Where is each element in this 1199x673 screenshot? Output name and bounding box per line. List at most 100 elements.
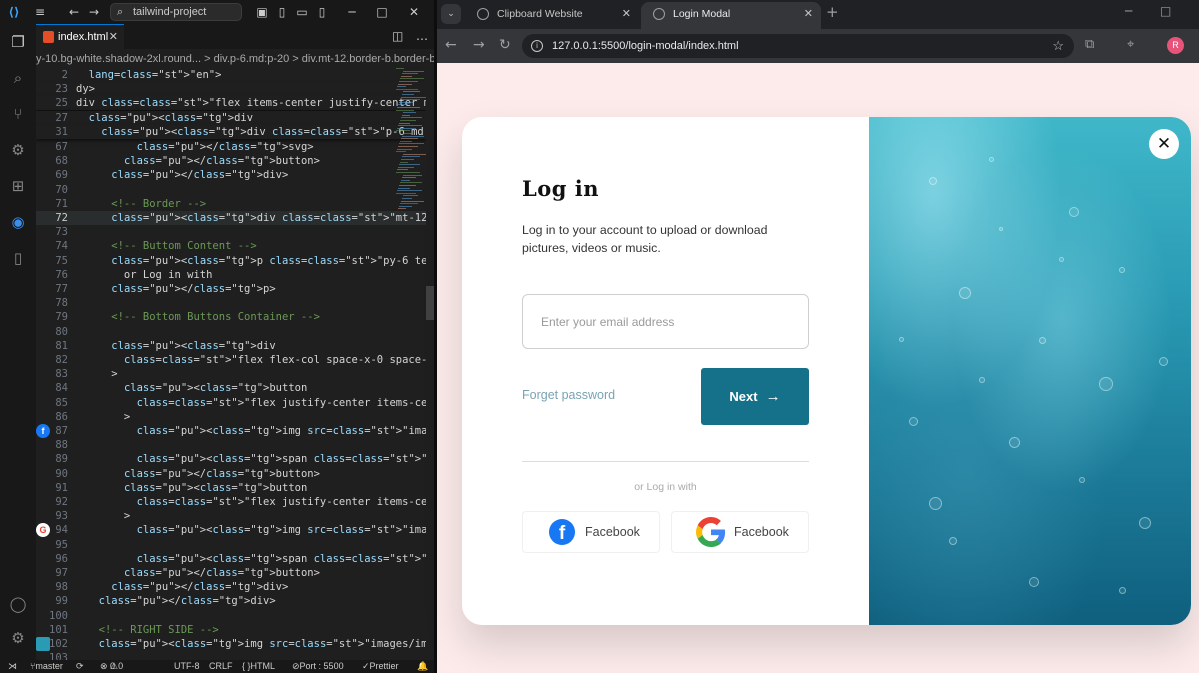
search-icon[interactable]: ⌕ bbox=[8, 68, 28, 88]
code-line[interactable]: 92 class=class="st">"flex justify-center… bbox=[36, 495, 426, 509]
code-line[interactable]: 81 class="pu"><class="tg">div bbox=[36, 339, 426, 353]
maximize-icon[interactable]: □ bbox=[374, 4, 390, 20]
minimize-icon[interactable]: ─ bbox=[1125, 4, 1132, 18]
more-actions-icon[interactable]: … bbox=[416, 29, 428, 43]
close-window-icon[interactable]: ✕ bbox=[406, 4, 422, 20]
code-line[interactable]: 85 class=class="st">"flex justify-center… bbox=[36, 396, 426, 410]
sync-icon[interactable]: ⟳ bbox=[76, 660, 84, 673]
prettier-status[interactable]: ✓ Prettier bbox=[362, 660, 399, 673]
code-line[interactable]: 86 > bbox=[36, 410, 426, 424]
tab-login-modal[interactable]: Login Modal ✕ bbox=[641, 2, 821, 29]
close-tab-icon[interactable]: ✕ bbox=[622, 2, 631, 27]
branch-status[interactable]: ⑂ master bbox=[30, 660, 63, 673]
layout-icon[interactable]: ▣ bbox=[254, 4, 270, 20]
tab-index-html[interactable]: index.html ✕ bbox=[36, 24, 124, 49]
code-line[interactable]: 94 class="pu"><class="tg">img src=class=… bbox=[36, 523, 426, 538]
code-line[interactable]: 69 class="pu"></class="tg">div> bbox=[36, 168, 426, 182]
language-status[interactable]: { } HTML bbox=[242, 660, 275, 673]
edge-icon[interactable]: ◉ bbox=[8, 212, 28, 232]
sticky-scroll-line[interactable]: 27 class="pu"><class="tg">div bbox=[36, 110, 426, 125]
code-line[interactable]: 83 > bbox=[36, 367, 426, 381]
forget-password-link[interactable]: Forget password bbox=[522, 388, 615, 402]
maximize-icon[interactable]: □ bbox=[1160, 4, 1171, 18]
code-line[interactable]: 91 class="pu"><class="tg">button bbox=[36, 481, 426, 495]
command-center-search[interactable]: ⌕ tailwind-project bbox=[110, 3, 242, 21]
back-arrow-icon[interactable]: ← bbox=[445, 37, 457, 53]
close-tab-icon[interactable]: ✕ bbox=[109, 25, 118, 49]
reload-icon[interactable]: ↻ bbox=[499, 37, 511, 53]
sticky-scroll-line[interactable]: 2 lang=class="st">"en"> bbox=[36, 68, 426, 82]
code-line[interactable]: 90 class="pu"></class="tg">button> bbox=[36, 467, 426, 481]
remote-icon[interactable]: ⋊ bbox=[8, 660, 17, 673]
bookmark-star-icon[interactable]: ☆ bbox=[1052, 34, 1064, 58]
live-server-status[interactable]: ⊘ Port : 5500 bbox=[292, 660, 344, 673]
code-line[interactable]: 97 class="pu"></class="tg">button> bbox=[36, 566, 426, 580]
tab-clipboard-website[interactable]: Clipboard Website ✕ bbox=[465, 2, 639, 29]
toggle-secondary-sidebar-icon[interactable]: ▯ bbox=[314, 4, 330, 20]
code-line[interactable]: 73 bbox=[36, 225, 426, 239]
profile-avatar[interactable]: R bbox=[1167, 37, 1184, 54]
forward-arrow-icon[interactable]: → bbox=[86, 4, 102, 20]
code-line[interactable]: 103 bbox=[36, 651, 426, 660]
editor-scrollbar[interactable] bbox=[426, 286, 434, 320]
toggle-sidebar-icon[interactable]: ▯ bbox=[274, 4, 290, 20]
code-line[interactable]: 93 > bbox=[36, 509, 426, 523]
menu-icon[interactable]: ≡ bbox=[32, 4, 48, 20]
tab-search-chevron-icon[interactable]: ⌄ bbox=[441, 4, 461, 24]
code-line[interactable]: 80 bbox=[36, 325, 426, 339]
code-line[interactable]: 71 <!-- Border --> bbox=[36, 197, 426, 211]
code-line[interactable]: 82 class=class="st">"flex flex-col space… bbox=[36, 353, 426, 367]
back-arrow-icon[interactable]: ← bbox=[66, 4, 82, 20]
manage-gear-icon[interactable]: ⚙ bbox=[8, 628, 28, 648]
code-line[interactable]: 102 class="pu"><class="tg">img src=class… bbox=[36, 637, 426, 651]
remote-device-icon[interactable]: ▯ bbox=[8, 248, 28, 268]
code-line[interactable]: 76 or Log in with bbox=[36, 268, 426, 282]
split-editor-icon[interactable]: ◫ bbox=[392, 29, 403, 43]
address-bar[interactable]: i 127.0.0.1:5500/login-modal/index.html … bbox=[522, 34, 1074, 58]
location-pin-icon[interactable]: ⌖ bbox=[1127, 37, 1134, 53]
code-line[interactable]: 77 class="pu"></class="tg">p> bbox=[36, 282, 426, 296]
new-tab-plus-icon[interactable]: + bbox=[826, 3, 839, 21]
code-line[interactable]: 96 class="pu"><class="tg">span class=cla… bbox=[36, 552, 426, 566]
eol-status[interactable]: CRLF bbox=[209, 660, 233, 673]
code-line[interactable]: 68 class="pu"></class="tg">button> bbox=[36, 154, 426, 168]
explorer-icon[interactable]: ❐ bbox=[8, 32, 28, 52]
code-line[interactable]: 72 class="pu"><class="tg">div class=clas… bbox=[36, 211, 426, 225]
close-tab-icon[interactable]: ✕ bbox=[804, 2, 813, 27]
google-login-button[interactable]: Facebook bbox=[671, 511, 809, 553]
code-line[interactable]: 74 <!-- Buttom Content --> bbox=[36, 239, 426, 253]
notifications-bell-icon[interactable]: 🔔 bbox=[417, 660, 428, 673]
problems-status[interactable]: ⊗ 0 ⚠ 0 bbox=[100, 660, 123, 673]
code-line[interactable]: 67 class="pu"></class="tg">svg> bbox=[36, 140, 426, 154]
sticky-scroll-line[interactable]: 25 div class=class="st">"flex items-cente… bbox=[36, 96, 426, 111]
forward-arrow-icon[interactable]: → bbox=[473, 37, 485, 53]
code-line[interactable]: 70 bbox=[36, 183, 426, 197]
source-control-icon[interactable]: ⑂ bbox=[8, 104, 28, 124]
code-line[interactable]: 89 class="pu"><class="tg">span class=cla… bbox=[36, 452, 426, 466]
code-line[interactable]: 100 bbox=[36, 609, 426, 623]
sticky-scroll-line[interactable]: 31 class="pu"><class="tg">div class=clas… bbox=[36, 124, 426, 139]
minimize-icon[interactable]: ─ bbox=[344, 4, 360, 20]
extensions-puzzle-icon[interactable]: ⧉ bbox=[1085, 37, 1094, 53]
code-editor[interactable]: 2 lang=class="st">"en"> 23 dy> 25 div class=… bbox=[36, 68, 426, 660]
code-line[interactable]: 79 <!-- Bottom Buttons Container --> bbox=[36, 310, 426, 324]
code-line[interactable]: 88 bbox=[36, 438, 426, 452]
code-line[interactable]: 87 class="pu"><class="tg">img src=class=… bbox=[36, 424, 426, 438]
run-debug-icon[interactable]: ⚙ bbox=[8, 140, 28, 160]
sticky-scroll-line[interactable]: 23 dy> bbox=[36, 82, 426, 97]
code-line[interactable]: 98 class="pu"></class="tg">div> bbox=[36, 580, 426, 594]
encoding-status[interactable]: UTF-8 bbox=[174, 660, 200, 673]
close-modal-button[interactable]: ✕ bbox=[1149, 129, 1179, 159]
facebook-login-button[interactable]: f Facebook bbox=[522, 511, 660, 553]
code-line[interactable]: 101 <!-- RIGHT SIDE --> bbox=[36, 623, 426, 637]
accounts-icon[interactable]: ◯ bbox=[8, 594, 28, 614]
code-line[interactable]: 84 class="pu"><class="tg">button bbox=[36, 381, 426, 395]
next-button[interactable]: Next → bbox=[701, 368, 809, 425]
code-line[interactable]: 99 class="pu"></class="tg">div> bbox=[36, 594, 426, 608]
code-line[interactable]: 95 bbox=[36, 538, 426, 552]
code-line[interactable]: 78 bbox=[36, 296, 426, 310]
email-field[interactable] bbox=[522, 294, 809, 349]
site-info-icon[interactable]: i bbox=[531, 40, 543, 52]
toggle-panel-icon[interactable]: ▭ bbox=[294, 4, 310, 20]
extensions-icon[interactable]: ⊞ bbox=[8, 176, 28, 196]
